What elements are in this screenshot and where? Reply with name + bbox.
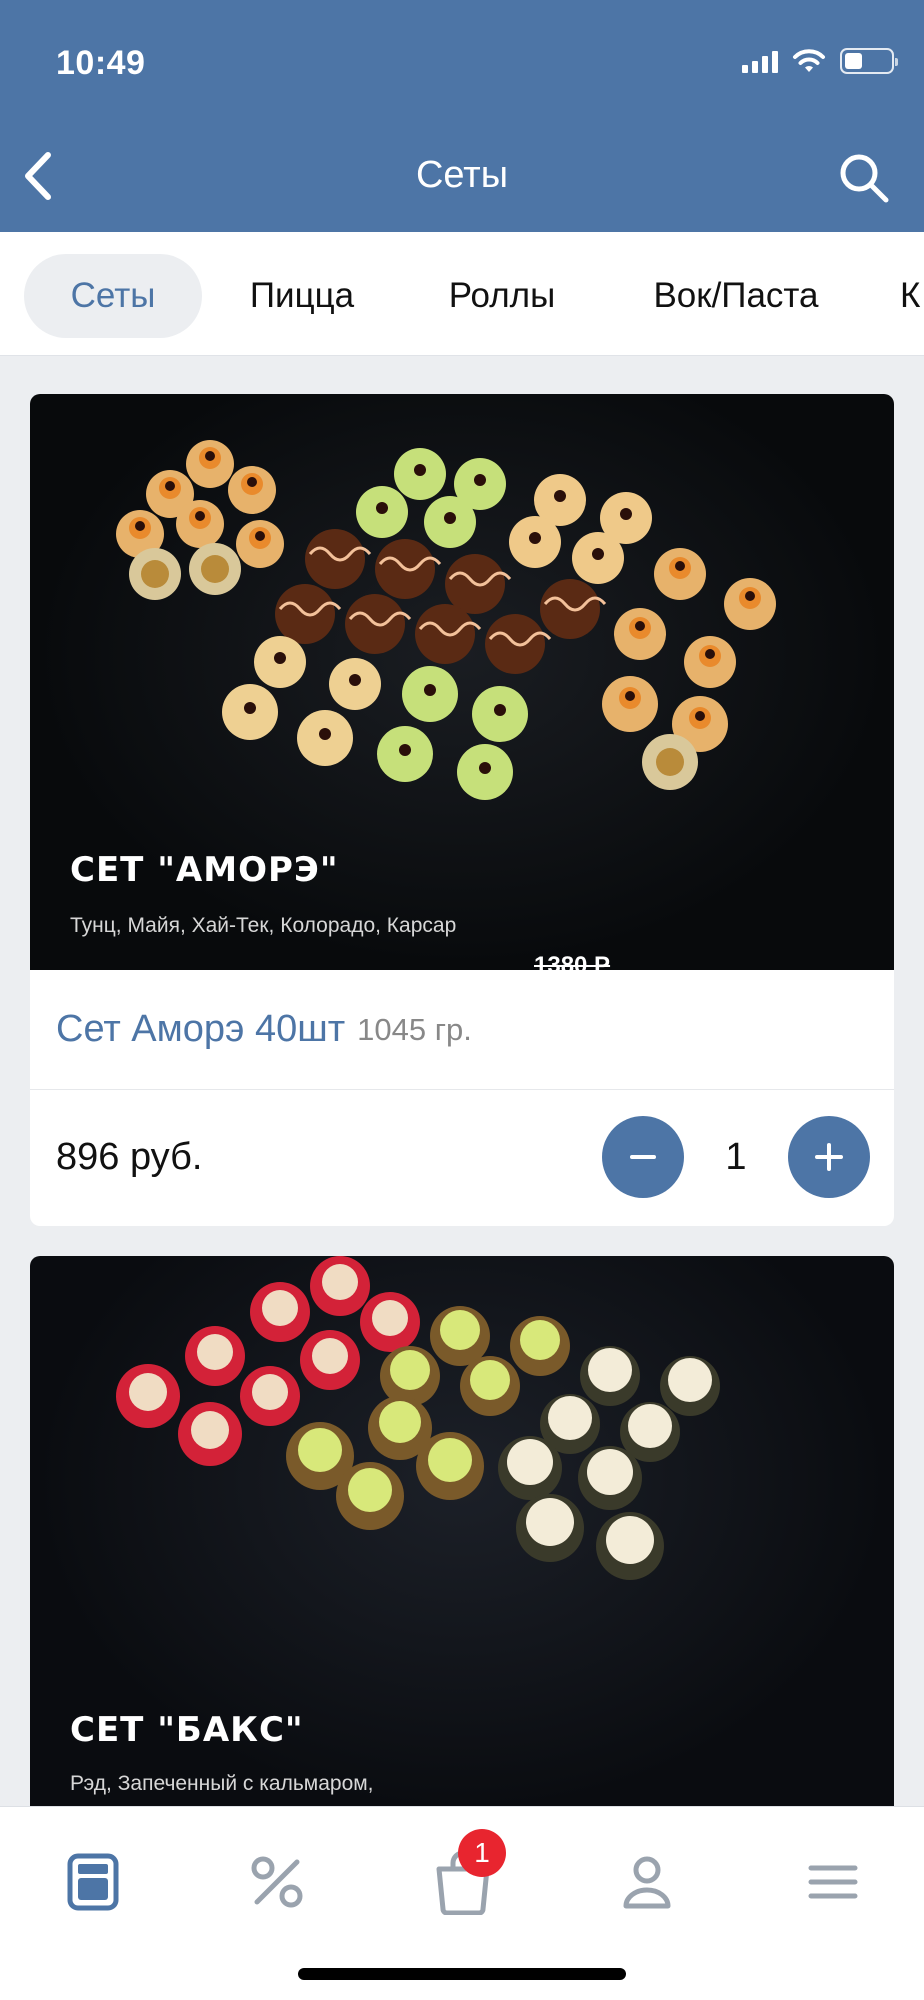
app-header: 10:49 Сеты [0, 0, 924, 232]
status-icons [742, 48, 898, 74]
image-set-title: СЕТ "АМОРЭ" [70, 850, 339, 890]
tab-rolls[interactable]: Роллы [422, 254, 582, 338]
search-icon [840, 154, 889, 203]
cellular-signal-icon [742, 49, 778, 73]
product-weight: 1045 гр. [357, 1011, 472, 1047]
tab-wok-pasta[interactable]: Вок/Паста [626, 254, 846, 338]
wifi-icon [793, 49, 825, 72]
page-title: Сеты [415, 154, 509, 196]
nav-promotions[interactable] [232, 1837, 322, 1927]
status-time: 10:49 [56, 44, 146, 82]
nav-menu[interactable] [48, 1837, 138, 1927]
home-indicator [298, 1968, 626, 1980]
battery-icon [840, 48, 898, 74]
tab-next-partial[interactable]: К [900, 254, 924, 338]
profile-icon [623, 1856, 671, 1909]
cart-count-badge: 1 [458, 1829, 506, 1877]
product-card[interactable]: СЕТ "АМОРЭ" Тунц, Майя, Хай-Тек, Колорад… [30, 394, 894, 1226]
image-old-price: 1380 Р [534, 952, 611, 970]
increase-quantity-button[interactable] [788, 1116, 870, 1198]
product-card[interactable]: СЕТ "БАКС" Рэд, Запеченный с кальмаром, [30, 1256, 894, 1816]
percent-icon [251, 1856, 303, 1908]
plus-icon [815, 1143, 843, 1171]
product-price-row: 896 руб. 1 [30, 1090, 894, 1224]
product-image: СЕТ "АМОРЭ" Тунц, Майя, Хай-Тек, Колорад… [30, 394, 894, 970]
nav-cart[interactable]: 1 [418, 1829, 508, 1927]
image-set-description: Рэд, Запеченный с кальмаром, [70, 1772, 374, 1795]
product-image: СЕТ "БАКС" Рэд, Запеченный с кальмаром, [30, 1256, 894, 1816]
product-name[interactable]: Сет Аморэ 40шт [56, 1008, 345, 1051]
nav-more[interactable] [788, 1837, 878, 1927]
image-set-description: Тунц, Майя, Хай-Тек, Колорадо, Карсар [70, 914, 457, 937]
menu-book-icon [67, 1853, 119, 1911]
decrease-quantity-button[interactable] [602, 1116, 684, 1198]
category-tabs: Сеты Пицца Роллы Вок/Паста К [0, 232, 924, 356]
product-title-row: Сет Аморэ 40шт 1045 гр. [30, 970, 894, 1090]
nav-profile[interactable] [602, 1837, 692, 1927]
search-button[interactable] [836, 150, 892, 206]
tab-pizza[interactable]: Пицца [222, 254, 382, 338]
hamburger-menu-icon [808, 1865, 858, 1899]
product-price: 896 руб. [56, 1135, 203, 1178]
minus-icon [630, 1155, 656, 1159]
tab-sets[interactable]: Сеты [24, 254, 202, 338]
image-set-title: СЕТ "БАКС" [70, 1710, 304, 1750]
quantity-value: 1 [725, 1135, 747, 1178]
